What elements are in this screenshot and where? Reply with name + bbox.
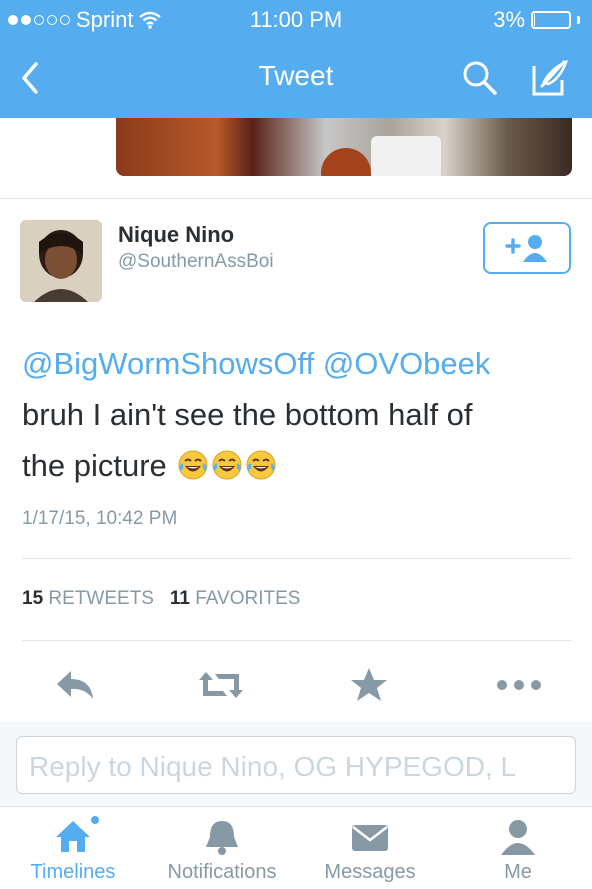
retweets-label: RETWEETS — [48, 588, 154, 609]
tab-notifications[interactable]: Notifications — [160, 807, 284, 889]
battery-icon — [531, 11, 571, 29]
tears-of-joy-emoji-icon — [245, 445, 277, 480]
emoji-group — [175, 448, 277, 483]
tab-messages[interactable]: Messages — [318, 807, 422, 889]
author-handle[interactable]: @SouthernAssBoi — [118, 251, 274, 273]
tab-bar: Timelines Notifications Messages Me — [0, 806, 592, 888]
tears-of-joy-emoji-icon — [211, 445, 243, 480]
reply-icon[interactable] — [50, 660, 100, 710]
reply-area: Reply to Nique Nino, OG HYPEGOD, L — [0, 722, 592, 806]
status-bar: Sprint 11:00 PM 3% — [0, 0, 592, 40]
tears-of-joy-emoji-icon — [177, 445, 209, 480]
author-name[interactable]: Nique Nino — [118, 222, 234, 248]
favorites-stat[interactable]: 11 FAVORITES — [170, 588, 301, 609]
reply-input[interactable]: Reply to Nique Nino, OG HYPEGOD, L — [16, 736, 576, 794]
tweet-text: @BigWormShowsOff @OVObeek bruh I ain't s… — [22, 338, 570, 491]
bell-icon — [202, 817, 242, 857]
follow-button[interactable] — [483, 222, 571, 274]
retweets-count: 15 — [22, 588, 44, 609]
battery-percent: 3% — [493, 7, 525, 32]
envelope-icon — [350, 817, 390, 857]
divider — [0, 198, 592, 199]
tab-me[interactable]: Me — [490, 807, 546, 889]
tweet-stats: 15 RETWEETS 11 FAVORITES — [22, 588, 300, 610]
page-title: Tweet — [258, 60, 334, 91]
tweet-text-line: the picture — [22, 448, 167, 483]
divider — [22, 558, 572, 559]
new-items-indicator — [91, 816, 99, 824]
tab-label: Me — [504, 861, 532, 883]
tweet-photo-preview[interactable] — [116, 118, 572, 176]
more-icon[interactable] — [494, 660, 544, 710]
tab-timelines[interactable]: Timelines — [22, 807, 124, 889]
retweet-icon[interactable] — [196, 660, 246, 710]
tweet-actions — [0, 660, 592, 710]
battery-status: 3% — [493, 7, 580, 33]
star-icon[interactable] — [344, 660, 394, 710]
retweets-stat[interactable]: 15 RETWEETS — [22, 588, 154, 609]
person-icon — [498, 817, 538, 857]
tab-label: Messages — [324, 861, 416, 883]
tab-label: Notifications — [167, 861, 277, 883]
tab-label: Timelines — [30, 861, 116, 883]
favorites-label: FAVORITES — [195, 588, 301, 609]
navigation-bar: Tweet — [0, 40, 592, 118]
mention-link[interactable]: @BigWormShowsOff — [22, 346, 314, 381]
avatar[interactable] — [20, 220, 102, 302]
tweet-text-line: bruh I ain't see the bottom half of — [22, 397, 473, 432]
divider — [22, 640, 572, 641]
add-user-icon — [505, 235, 547, 262]
favorites-count: 11 — [169, 588, 190, 609]
compose-icon[interactable] — [528, 56, 572, 100]
search-icon[interactable] — [460, 58, 500, 98]
home-icon — [53, 816, 99, 857]
mention-link[interactable]: @OVObeek — [323, 346, 491, 381]
tweet-timestamp: 1/17/15, 10:42 PM — [22, 508, 178, 529]
